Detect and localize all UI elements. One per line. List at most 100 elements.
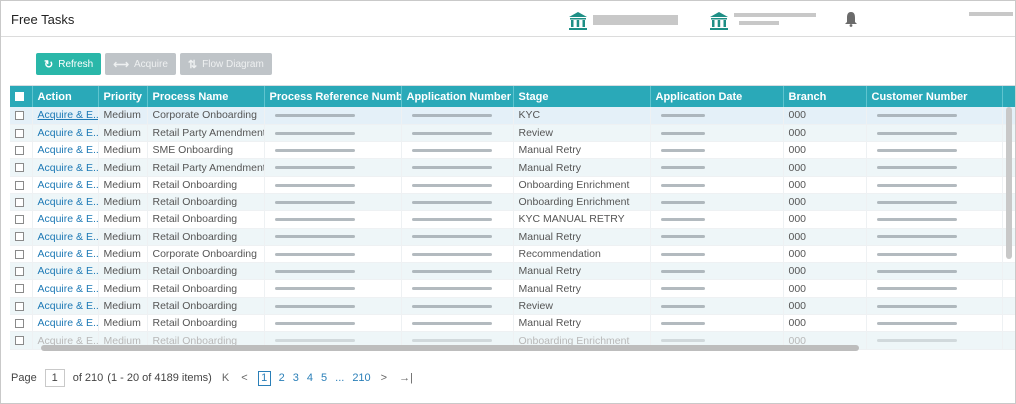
row-checkbox[interactable] <box>15 249 24 259</box>
column-header[interactable]: Customer Number <box>866 86 1003 107</box>
branch-cell: 000 <box>783 141 867 160</box>
action-link[interactable]: Acquire & E... <box>32 176 99 194</box>
column-header[interactable]: Priority <box>98 86 148 107</box>
redacted-value <box>876 287 957 291</box>
column-header[interactable]: Stage <box>513 86 651 107</box>
row-checkbox[interactable] <box>15 318 24 328</box>
table-row[interactable]: Acquire & E... Medium Retail Onboarding Man… <box>10 228 1015 246</box>
action-link[interactable]: Acquire & E... <box>32 297 99 316</box>
table-row[interactable]: Acquire & E... Medium Retail Onboarding Man… <box>10 279 1015 298</box>
row-select-cell[interactable] <box>10 279 33 298</box>
row-select-cell[interactable] <box>10 228 33 246</box>
process-reference-cell <box>264 124 402 143</box>
row-select-cell[interactable] <box>10 262 33 281</box>
table-row[interactable]: Acquire & E... Medium SME Onboarding Manual… <box>10 141 1015 160</box>
column-header[interactable]: Application Date <box>650 86 784 107</box>
table-row[interactable]: Acquire & E... Medium Corporate Onboarding… <box>10 107 1015 125</box>
table-row[interactable]: Acquire & E... Medium Retail Onboarding KYC… <box>10 210 1015 229</box>
table-row[interactable]: Acquire & E... Medium Corporate Onboarding… <box>10 245 1015 264</box>
action-link[interactable]: Acquire & E... <box>32 210 99 229</box>
table-row[interactable]: Acquire & E... Medium Retail Onboarding Onb… <box>10 193 1015 212</box>
horizontal-scrollbar[interactable] <box>41 345 859 351</box>
row-select-cell[interactable] <box>10 331 33 350</box>
refresh-button[interactable]: ↻ Refresh <box>36 53 102 75</box>
row-checkbox[interactable] <box>15 267 24 277</box>
user-name-redacted[interactable] <box>969 12 1013 16</box>
row-checkbox[interactable] <box>15 111 24 121</box>
page-link-current[interactable]: 1 <box>257 370 271 386</box>
row-checkbox[interactable] <box>15 145 24 155</box>
action-link[interactable]: Acquire & E... <box>32 314 99 333</box>
column-header[interactable]: Action <box>32 86 99 107</box>
row-checkbox[interactable] <box>15 336 24 346</box>
row-spacer <box>1002 314 1015 333</box>
action-link[interactable]: Acquire & E... <box>32 141 99 160</box>
table-row[interactable]: Acquire & E... Medium Retail Onboarding Man… <box>10 262 1015 281</box>
column-header[interactable]: Process Name <box>147 86 265 107</box>
row-checkbox[interactable] <box>15 232 24 242</box>
column-header[interactable]: Branch <box>783 86 867 107</box>
page-link[interactable]: 5 <box>321 372 327 384</box>
last-page-button[interactable]: →| <box>399 372 413 384</box>
action-link[interactable]: Acquire & E... <box>32 279 99 298</box>
first-page-button[interactable]: K <box>222 372 229 384</box>
action-link[interactable]: Acquire & E... <box>32 124 99 143</box>
row-checkbox[interactable] <box>15 128 24 138</box>
entity-sub-redacted <box>739 21 779 25</box>
page-link[interactable]: 210 <box>352 372 370 384</box>
customer-number-cell <box>866 193 1003 212</box>
redacted-value <box>660 304 705 308</box>
action-link[interactable]: Acquire & E... <box>32 193 99 212</box>
application-number-cell <box>401 314 514 333</box>
redacted-value <box>876 114 957 118</box>
row-checkbox[interactable] <box>15 180 24 190</box>
table-row[interactable]: Acquire & E... Medium Retail Party Amendme… <box>10 158 1015 177</box>
table-row[interactable]: Acquire & E... Medium Retail Party Amendme… <box>10 124 1015 143</box>
row-select-cell[interactable] <box>10 176 33 194</box>
action-link[interactable]: Acquire & E... <box>32 245 99 264</box>
action-link[interactable]: Acquire & E... <box>32 262 99 281</box>
page-link[interactable]: 4 <box>307 372 313 384</box>
table-row[interactable]: Acquire & E... Medium Retail Onboarding Onb… <box>10 176 1015 194</box>
row-select-cell[interactable] <box>10 297 33 316</box>
row-checkbox[interactable] <box>15 301 24 311</box>
row-checkbox[interactable] <box>15 163 24 173</box>
select-all-cell[interactable] <box>10 86 33 107</box>
redacted-value <box>274 252 355 256</box>
row-checkbox[interactable] <box>15 215 24 225</box>
row-select-cell[interactable] <box>10 124 33 143</box>
table-row[interactable]: Acquire & E... Medium Retail Onboarding Rev… <box>10 297 1015 316</box>
next-page-button[interactable]: > <box>381 372 387 384</box>
row-select-cell[interactable] <box>10 193 33 212</box>
application-number-cell <box>401 176 514 194</box>
page-link[interactable]: 3 <box>293 372 299 384</box>
bell-icon[interactable] <box>844 11 858 27</box>
column-header[interactable]: Process Reference Number <box>264 86 402 107</box>
page-link-ellipsis[interactable]: ... <box>335 372 344 384</box>
action-link[interactable]: Acquire & E... <box>32 228 99 246</box>
row-select-cell[interactable] <box>10 107 33 125</box>
pagination: Page 1 of 210 (1 - 20 of 4189 items) K <… <box>11 368 419 388</box>
row-select-cell[interactable] <box>10 141 33 160</box>
row-checkbox[interactable] <box>15 197 24 207</box>
application-date-cell <box>650 262 784 281</box>
flow-diagram-button[interactable]: ⇅ Flow Diagram <box>179 53 272 75</box>
row-checkbox[interactable] <box>15 284 24 294</box>
row-select-cell[interactable] <box>10 210 33 229</box>
bank-icon-2[interactable] <box>709 11 729 31</box>
bank-icon[interactable] <box>568 11 588 31</box>
page-link[interactable]: 2 <box>279 372 285 384</box>
customer-number-cell <box>866 124 1003 143</box>
page-number-input[interactable]: 1 <box>44 369 65 387</box>
row-select-cell[interactable] <box>10 245 33 264</box>
vertical-scrollbar[interactable] <box>1006 107 1012 259</box>
row-select-cell[interactable] <box>10 158 33 177</box>
column-header[interactable]: Application Number <box>401 86 514 107</box>
prev-page-button[interactable]: < <box>241 372 247 384</box>
acquire-button[interactable]: ⟷ Acquire <box>105 53 176 75</box>
select-all-checkbox[interactable] <box>15 92 24 102</box>
action-link[interactable]: Acquire & E... <box>32 107 99 125</box>
action-link[interactable]: Acquire & E... <box>32 158 99 177</box>
table-row[interactable]: Acquire & E... Medium Retail Onboarding Man… <box>10 314 1015 333</box>
row-select-cell[interactable] <box>10 314 33 333</box>
